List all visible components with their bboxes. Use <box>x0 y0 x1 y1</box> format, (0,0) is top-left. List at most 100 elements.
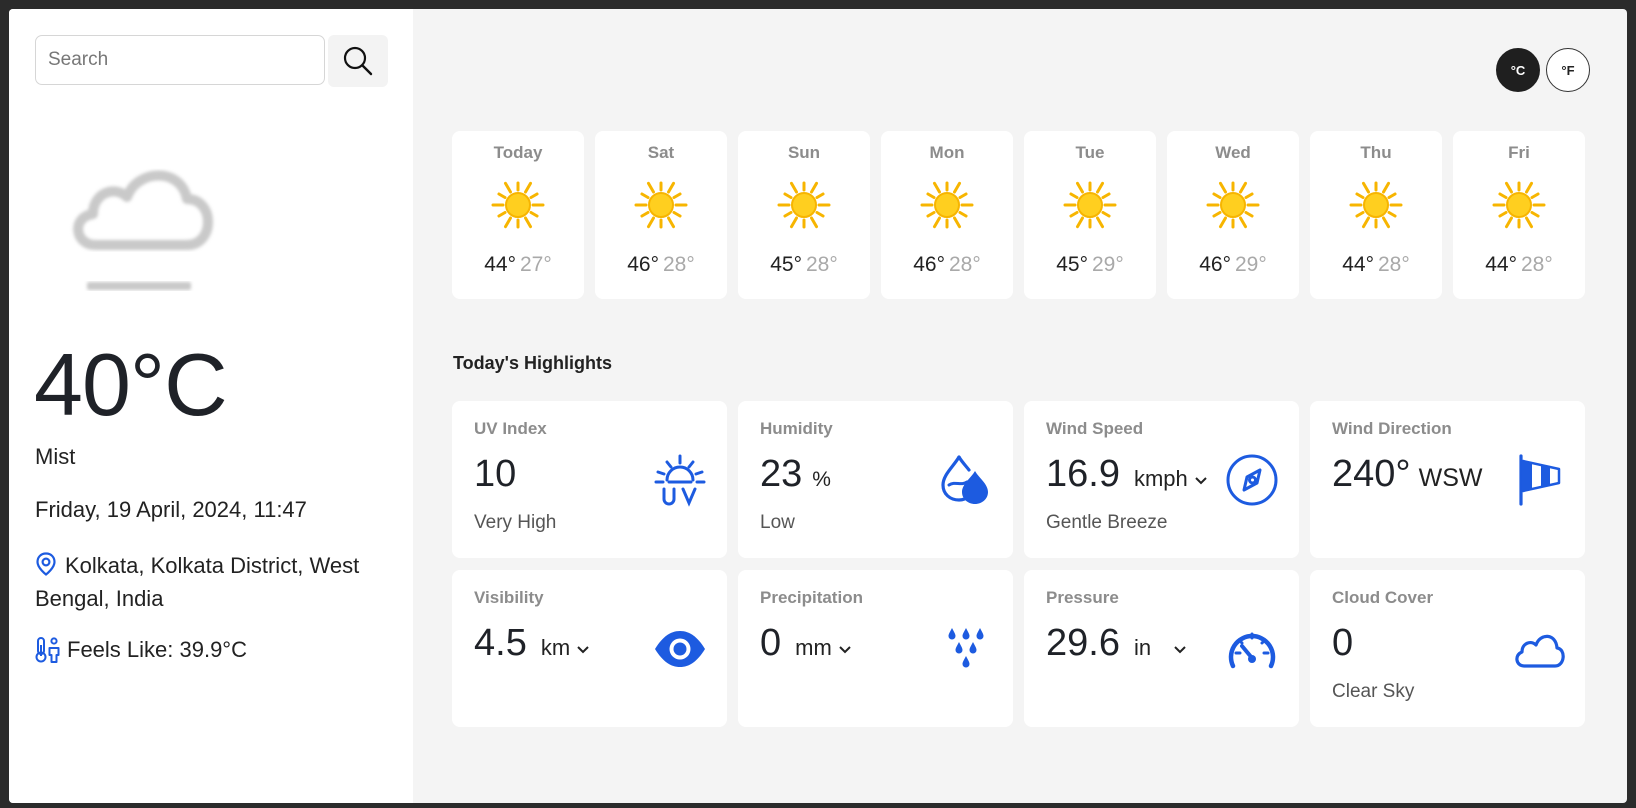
chevron-down-icon <box>839 646 851 654</box>
precipitation-value-row: 0 mm <box>760 622 852 665</box>
cloud-cover-card: Cloud Cover 0 Clear Sky <box>1310 570 1585 727</box>
feels-like: Feels Like: 39.9°C <box>35 636 247 664</box>
feels-like-text: Feels Like: 39.9°C <box>67 637 247 662</box>
forecast-high: 45° <box>1056 253 1088 276</box>
cloud-cover-label: Cloud Cover <box>1332 588 1434 607</box>
gauge-icon <box>1228 632 1276 669</box>
forecast-high: 45° <box>770 253 802 276</box>
thermometer-person-icon <box>35 637 60 663</box>
forecast-low: 28° <box>1378 253 1410 276</box>
forecast-high: 44° <box>484 253 516 276</box>
uv-index-value-row: 10 <box>474 453 516 496</box>
sun-icon <box>1492 181 1546 229</box>
sun-icon <box>920 181 974 229</box>
forecast-high: 46° <box>913 253 945 276</box>
visibility-label: Visibility <box>474 588 544 607</box>
precipitation-value: 0 <box>760 622 782 664</box>
sun-icon <box>491 181 545 229</box>
wind-direction-cardinal: WSW <box>1418 464 1483 492</box>
chevron-down-icon <box>1174 646 1186 654</box>
forecast-day-name: Sat <box>647 143 675 162</box>
highlights-title: Today's Highlights <box>453 353 612 373</box>
forecast-day-card: Sat 46° 28° <box>595 131 727 299</box>
unit-toggle: °C °F <box>1496 48 1590 92</box>
visibility-unit-select[interactable]: km <box>541 635 590 661</box>
humidity-card: Humidity 23 % Low <box>738 401 1013 558</box>
sun-icon <box>634 181 688 229</box>
rain-drops-icon <box>948 628 984 668</box>
sun-icon <box>777 181 831 229</box>
fahrenheit-button[interactable]: °F <box>1546 48 1590 92</box>
chevron-down-icon <box>1195 477 1207 485</box>
forecast-temps: 46° 28° <box>627 253 695 277</box>
forecast-day-card: Mon 46° 28° <box>881 131 1013 299</box>
wind-speed-value-row: 16.9 kmph <box>1046 453 1208 496</box>
cloud-cover-value-row: 0 <box>1332 622 1353 665</box>
pressure-value: 29.6 <box>1046 622 1120 664</box>
visibility-card: Visibility 4.5 km <box>452 570 727 727</box>
sun-icon <box>1063 181 1117 229</box>
current-location: Kolkata, Kolkata District, West Bengal, … <box>35 549 375 615</box>
wind-speed-label: Wind Speed <box>1046 419 1144 438</box>
precipitation-unit-select[interactable]: mm <box>795 635 852 661</box>
wind-direction-card: Wind Direction 240° WSW <box>1310 401 1585 558</box>
pressure-label: Pressure <box>1046 588 1119 607</box>
forecast-day-name: Today <box>493 143 543 162</box>
forecast-high: 46° <box>1199 253 1231 276</box>
visibility-unit: km <box>540 635 571 660</box>
forecast-day-name: Fri <box>1508 143 1530 162</box>
forecast-day-name: Thu <box>1360 143 1392 162</box>
wind-speed-description: Gentle Breeze <box>1046 512 1168 533</box>
cloud-cover-value: 0 <box>1332 622 1354 664</box>
mist-icon <box>73 170 213 290</box>
forecast-temps: 45° 28° <box>770 253 838 277</box>
forecast-low: 28° <box>663 253 695 276</box>
wind-speed-unit-select[interactable]: kmph <box>1134 466 1208 492</box>
celsius-button[interactable]: °C <box>1496 48 1540 92</box>
forecast-day-card: Tue 45° 29° <box>1024 131 1156 299</box>
forecast-day-name: Mon <box>929 143 965 162</box>
highlights-grid: UV Index 10 Very High Humidity 23 % Low … <box>452 401 1585 727</box>
forecast-high: 44° <box>1485 253 1517 276</box>
sidebar: 40°C Mist Friday, 19 April, 2024, 11:47 … <box>9 9 413 803</box>
search-bar <box>35 35 388 87</box>
forecast-temps: 45° 29° <box>1056 253 1124 277</box>
pressure-unit: in <box>1133 635 1152 660</box>
location-text: Kolkata, Kolkata District, West Bengal, … <box>35 553 360 611</box>
eye-icon <box>655 631 705 667</box>
forecast-temps: 46° 28° <box>913 253 981 277</box>
search-input[interactable] <box>35 35 325 85</box>
forecast-temps: 46° 29° <box>1199 253 1267 277</box>
cloud-cover-description: Clear Sky <box>1332 681 1415 702</box>
uv-icon <box>654 454 706 507</box>
humidity-unit: % <box>812 468 831 491</box>
main-panel: °C °F Today 44° 27° Sat 46° 28° Sun 45° 28° Mon 46… <box>413 9 1627 803</box>
current-condition: Mist <box>35 444 76 469</box>
forecast-day-name: Wed <box>1215 143 1251 162</box>
humidity-level: Low <box>760 512 795 533</box>
humidity-label: Humidity <box>760 419 833 438</box>
pressure-value-row: 29.6 in <box>1046 622 1187 665</box>
weekly-forecast: Today 44° 27° Sat 46° 28° Sun 45° 28° Mon 46° 28° Tu… <box>452 131 1585 299</box>
app-window: 40°C Mist Friday, 19 April, 2024, 11:47 … <box>9 9 1627 803</box>
humidity-value-row: 23 % <box>760 453 831 496</box>
precipitation-label: Precipitation <box>760 588 863 607</box>
uv-index-label: UV Index <box>474 419 547 438</box>
search-button[interactable] <box>328 35 388 87</box>
forecast-temps: 44° 28° <box>1485 253 1553 277</box>
visibility-value: 4.5 <box>474 622 527 664</box>
sun-icon <box>1349 181 1403 229</box>
wind-speed-unit: kmph <box>1133 466 1188 491</box>
forecast-high: 46° <box>627 253 659 276</box>
location-pin-icon <box>36 552 56 576</box>
forecast-day-card: Fri 44° 28° <box>1453 131 1585 299</box>
precipitation-card: Precipitation 0 mm <box>738 570 1013 727</box>
pressure-unit-select[interactable]: in <box>1134 635 1187 661</box>
forecast-day-name: Tue <box>1075 143 1105 162</box>
forecast-day-card: Today 44° 27° <box>452 131 584 299</box>
forecast-day-card: Thu 44° 28° <box>1310 131 1442 299</box>
wind-direction-label: Wind Direction <box>1332 419 1452 438</box>
forecast-low: 29° <box>1235 253 1267 276</box>
forecast-high: 44° <box>1342 253 1374 276</box>
forecast-temps: 44° 28° <box>1342 253 1410 277</box>
